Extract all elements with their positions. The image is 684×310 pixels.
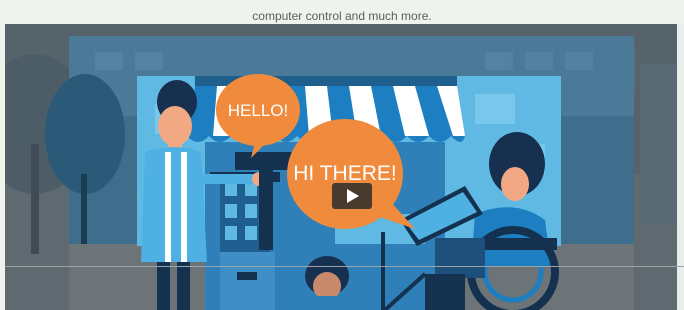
right-edge	[677, 24, 684, 310]
hello-text: HELLO!	[228, 101, 288, 120]
play-button[interactable]	[332, 183, 372, 209]
video-player[interactable]: HELLO! HI THERE!	[5, 24, 677, 310]
hi-there-text: HI THERE!	[293, 162, 396, 185]
divider-line	[5, 266, 684, 267]
caption-text: computer control and much more.	[252, 9, 432, 23]
child-character	[303, 256, 351, 310]
